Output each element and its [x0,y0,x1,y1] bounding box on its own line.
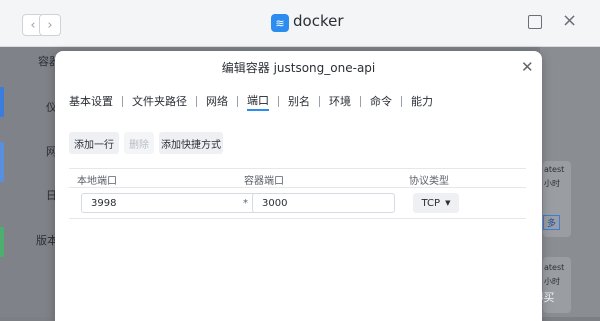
tab-bar: 基本设置 文件夹路径 网络 端口 别名 环境 命令 能力 [69,92,433,111]
close-window-icon[interactable]: × [562,10,577,31]
tab-divider [196,95,197,107]
chevron-left-icon: ‹ [30,17,36,33]
bg-more-button: 多 [543,215,561,230]
port-separator: * [243,198,248,209]
column-header-protocol: 协议类型 [409,176,449,187]
close-icon[interactable]: ✕ [521,58,534,76]
background-sidebar: 容器 仪 网 日 版本 [0,47,60,317]
tab-divider [360,95,361,107]
tab-network[interactable]: 网络 [206,93,228,109]
tab-basic-settings[interactable]: 基本设置 [69,93,113,109]
bg-card-text: atest [544,263,565,272]
window-titlebar: ‹ › ≋ docker × [0,0,600,47]
caret-down-icon: ▼ [445,199,451,207]
tab-divider [319,95,320,107]
add-shortcut-button[interactable]: 添加快捷方式 [159,132,223,154]
chevron-right-icon: › [47,17,53,33]
tab-folder-path[interactable]: 文件夹路径 [132,93,187,109]
tab-divider [122,95,123,107]
local-port-input[interactable]: 3998 [81,193,256,213]
sidebar-strip [0,227,4,257]
tab-capabilities[interactable]: 能力 [411,93,433,109]
bg-card-text: atest [544,165,565,174]
tab-command[interactable]: 命令 [370,93,392,109]
bg-card-text: 小时 [544,179,560,188]
maximize-icon[interactable] [528,15,542,29]
row-divider [69,218,526,219]
tab-divider [401,95,402,107]
dialog-title: 编辑容器 justsong_one-api [221,61,376,75]
tab-alias[interactable]: 别名 [288,93,310,109]
edit-container-dialog: 编辑容器 justsong_one-api ✕ 基本设置 文件夹路径 网络 端口… [55,51,542,321]
forward-button[interactable]: › [39,14,61,36]
tab-divider [237,95,238,107]
bg-card-text: 小时 [544,277,560,286]
sidebar-strip [0,142,4,182]
docker-logo-icon: ≋ [271,14,289,32]
protocol-select[interactable]: TCP ▼ [413,193,459,213]
background-content: atest 小时 多 atest 小时 [540,47,600,317]
column-header-local-port: 本地端口 [77,176,117,187]
table-header: 本地端口 容器端口 协议类型 [69,168,526,188]
tab-divider [278,95,279,107]
protocol-value: TCP [421,197,441,209]
sidebar-strip [0,87,4,117]
container-port-input[interactable]: 3000 [252,193,395,213]
app-title: docker [293,12,344,30]
column-header-container-port: 容器端口 [244,176,284,187]
watermark: 值 · 什么值得买 [478,291,555,304]
delete-button[interactable]: 删除 [124,132,154,154]
tab-environment[interactable]: 环境 [329,93,351,109]
tab-ports[interactable]: 端口 [247,92,269,111]
add-row-button[interactable]: 添加一行 [69,132,119,154]
